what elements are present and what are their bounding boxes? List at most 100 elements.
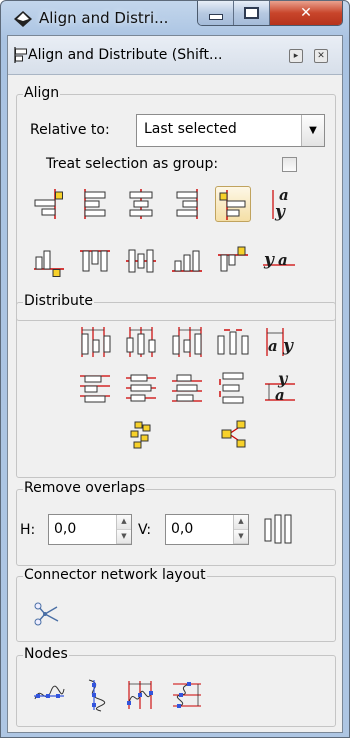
relative-to-select[interactable]: Last selected ▼ [136, 114, 325, 147]
title-bar[interactable]: Align and Distri... ✕ [1, 1, 349, 35]
h-gap-stepper[interactable]: ▲ ▼ [116, 515, 131, 544]
distribute-gaps-horizontal-icon [217, 329, 249, 355]
chevron-down-icon[interactable]: ▼ [117, 529, 131, 544]
text-glyph-a-2: a [278, 251, 288, 269]
distribute-bottom-edges-icon [172, 374, 202, 402]
maximize-button[interactable] [234, 1, 270, 25]
center-on-vertical-axis-button[interactable] [123, 186, 159, 222]
close-icon: ✕ [300, 5, 312, 21]
distribute-baselines-horizontally-button[interactable]: a y [261, 324, 297, 360]
align-baseline-text-horizontally-button[interactable]: y a [261, 243, 297, 279]
align-right-edges-to-left-anchor-button[interactable] [31, 186, 67, 222]
text-glyph-y: y [274, 202, 286, 222]
inkscape-icon [14, 11, 32, 27]
align-baseline-text-vertically-button[interactable]: a y [261, 186, 297, 222]
align-nodes-vertical-icon [88, 679, 106, 712]
distribute-nodes-vertically-button[interactable] [169, 677, 205, 713]
distribute-left-edges-button[interactable] [77, 324, 113, 360]
align-section-label: Align [23, 85, 61, 101]
close-button[interactable]: ✕ [270, 1, 342, 25]
connector-layout-label: Connector network layout [23, 567, 207, 583]
treat-as-group-label: Treat selection as group: [46, 156, 219, 172]
align-top-to-bottom-anchor-icon [218, 246, 248, 272]
dialog-window: Align and Distri... ✕ Align and Distribu… [0, 0, 350, 738]
relative-to-label: Relative to: [30, 122, 110, 138]
distribute-baselines-horizontal-icon: a y [266, 328, 294, 356]
dialog-client-area: Align and Distribute (Shift... ▸ ✕ Align… [7, 35, 343, 733]
randomize-positions-button[interactable] [123, 416, 159, 452]
distribute-right-edges-button[interactable] [169, 324, 205, 360]
distribute-nodes-vertical-icon [173, 682, 201, 708]
close-panel-button[interactable]: ✕ [314, 49, 328, 63]
distribute-nodes-horizontally-button[interactable] [123, 677, 159, 713]
text-glyph-y-2: y [263, 250, 275, 270]
chevron-down-icon[interactable]: ▼ [234, 529, 248, 544]
v-gap-stepper[interactable]: ▲ ▼ [233, 515, 248, 544]
distribute-top-edges-button[interactable] [77, 370, 113, 406]
v-gap-value: 0,0 [171, 521, 194, 537]
align-bottom-edges-to-top-anchor-button[interactable] [31, 243, 67, 279]
distribute-baselines-vertical-icon: y a [265, 370, 295, 404]
iconify-icon: ▸ [293, 51, 299, 61]
baseline-vertical-text-icon: a y [272, 186, 289, 222]
v-gap-spinbox[interactable]: 0,0 ▲ ▼ [165, 514, 249, 545]
align-bottom-edges-button[interactable] [169, 243, 205, 279]
align-top-edges-icon [80, 250, 110, 272]
align-nodes-horizontally-button[interactable] [31, 677, 67, 713]
align-bottom-edges-icon [172, 250, 202, 272]
align-left-edges-icon [84, 189, 106, 219]
maximize-icon [244, 7, 259, 19]
center-horizontal-axis-icon [126, 249, 156, 273]
graph-layout-icon [34, 602, 59, 626]
distribute-centers-horizontally-button[interactable] [123, 324, 159, 360]
distribute-centers-horizontal-icon [126, 327, 156, 357]
align-left-edges-button[interactable] [77, 186, 113, 222]
distribute-centers-vertically-button[interactable] [123, 370, 159, 406]
randomize-icon [130, 421, 151, 449]
minimize-icon [208, 14, 223, 20]
h-gap-spinbox[interactable]: 0,0 ▲ ▼ [48, 514, 132, 545]
nodes-section-label: Nodes [23, 646, 69, 662]
center-vertical-axis-icon [129, 189, 153, 219]
distribute-gaps-horizontally-button[interactable] [215, 324, 251, 360]
align-right-edges-button[interactable] [169, 186, 205, 222]
align-top-edges-to-bottom-anchor-button[interactable] [215, 243, 251, 279]
distribute-gaps-vertical-icon [219, 372, 244, 404]
align-nodes-horizontal-icon [34, 685, 65, 700]
unclump-button[interactable] [215, 416, 251, 452]
align-left-edges-to-right-anchor-button[interactable] [215, 186, 251, 222]
distribute-top-edges-icon [80, 375, 110, 403]
align-nodes-vertically-button[interactable] [77, 677, 113, 713]
remove-overlaps-label: Remove overlaps [23, 480, 147, 496]
window-controls: ✕ [197, 1, 343, 26]
window-title: Align and Distri... [39, 9, 169, 27]
remove-overlaps-icon [264, 514, 292, 544]
baseline-horizontal-text-icon: y a [263, 250, 295, 270]
iconify-button[interactable]: ▸ [289, 49, 303, 63]
v-gap-label: V: [138, 522, 152, 538]
distribute-right-edges-icon [172, 327, 202, 357]
distribute-left-edges-icon [81, 327, 111, 357]
chevron-up-icon[interactable]: ▲ [117, 515, 131, 530]
center-on-horizontal-axis-button[interactable] [123, 243, 159, 279]
remove-overlaps-button[interactable] [261, 511, 297, 547]
chevron-down-icon[interactable]: ▼ [301, 115, 324, 146]
align-left-to-right-anchor-icon [219, 190, 246, 220]
distribute-nodes-horizontal-icon [127, 681, 153, 709]
arrange-connector-network-button[interactable] [31, 596, 67, 632]
distribute-baselines-vertically-button[interactable]: y a [261, 370, 297, 406]
h-gap-label: H: [20, 522, 36, 538]
treat-as-group-checkbox[interactable] [282, 157, 297, 172]
minimize-button[interactable] [198, 1, 234, 25]
text-glyph-a-4: a [275, 386, 285, 404]
align-bottom-to-top-anchor-icon [34, 250, 64, 277]
dock-item-header[interactable]: Align and Distribute (Shift... ▸ ✕ [8, 36, 342, 75]
align-top-edges-button[interactable] [77, 243, 113, 279]
align-right-edges-icon [176, 189, 198, 219]
distribute-bottom-edges-button[interactable] [169, 370, 205, 406]
distribute-gaps-vertically-button[interactable] [215, 370, 251, 406]
distribute-centers-vertical-icon [126, 374, 156, 402]
dock-title: Align and Distribute (Shift... [28, 47, 223, 63]
align-right-to-left-anchor-icon [34, 189, 63, 219]
chevron-up-icon[interactable]: ▲ [234, 515, 248, 530]
